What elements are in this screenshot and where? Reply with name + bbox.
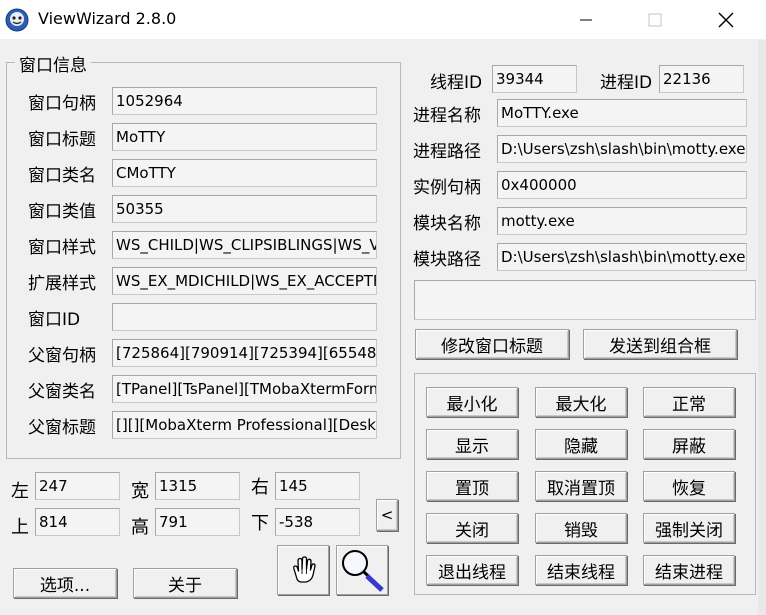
module-name-label: 模块名称 bbox=[413, 214, 481, 234]
window-id-field[interactable] bbox=[112, 303, 377, 331]
parent-title-field[interactable]: [][][MobaXterm Professional][Desktop] bbox=[112, 411, 377, 439]
window-class-field[interactable]: CMoTTY bbox=[112, 159, 377, 187]
process-id-field[interactable]: 22136 bbox=[659, 65, 744, 93]
window-id-label: 窗口ID bbox=[28, 310, 81, 330]
window-style-field[interactable]: WS_CHILD|WS_CLIPSIBLINGS|WS_VISIBLE bbox=[112, 231, 377, 259]
collapse-button[interactable]: < bbox=[376, 499, 398, 531]
process-path-label: 进程路径 bbox=[413, 142, 481, 162]
process-id-label: 进程ID bbox=[600, 73, 653, 93]
minimize-button[interactable]: 最小化 bbox=[426, 387, 518, 417]
close-icon bbox=[718, 12, 734, 28]
about-button[interactable]: 关于 bbox=[133, 568, 237, 598]
window-title: ViewWizard 2.8.0 bbox=[38, 9, 177, 28]
left-field[interactable]: 247 bbox=[35, 472, 120, 500]
modify-title-button[interactable]: 修改窗口标题 bbox=[415, 329, 569, 359]
untopmost-button[interactable]: 取消置顶 bbox=[535, 471, 627, 501]
send-to-combo-button[interactable]: 发送到组合框 bbox=[583, 329, 737, 359]
parent-class-label: 父窗类名 bbox=[28, 382, 96, 402]
right-label: 右 bbox=[251, 477, 269, 498]
instance-handle-label: 实例句柄 bbox=[413, 178, 481, 198]
topmost-button[interactable]: 置顶 bbox=[426, 471, 518, 501]
options-button[interactable]: 选项... bbox=[13, 568, 117, 598]
maximize-window-button[interactable] bbox=[626, 0, 684, 40]
maximize-button[interactable]: 最大化 bbox=[535, 387, 627, 417]
parent-handle-label: 父窗句柄 bbox=[28, 346, 96, 366]
end-process-button[interactable]: 结束进程 bbox=[643, 555, 735, 585]
instance-handle-field[interactable]: 0x400000 bbox=[497, 171, 747, 199]
right-field[interactable]: 145 bbox=[275, 472, 360, 500]
magnifier-icon bbox=[342, 550, 384, 592]
app-icon bbox=[5, 8, 29, 32]
right-edge-background bbox=[758, 40, 766, 615]
thread-id-label: 线程ID bbox=[430, 73, 483, 93]
module-path-label: 模块路径 bbox=[413, 250, 481, 270]
close-window-button[interactable] bbox=[697, 0, 755, 40]
window-handle-label: 窗口句柄 bbox=[28, 94, 96, 114]
window-title-label: 窗口标题 bbox=[28, 130, 96, 150]
exit-thread-button[interactable]: 退出线程 bbox=[426, 555, 518, 585]
minimize-icon bbox=[580, 19, 592, 21]
hide-button[interactable]: 隐藏 bbox=[535, 429, 627, 459]
width-field[interactable]: 1315 bbox=[155, 472, 240, 500]
process-path-field[interactable]: D:\Users\zsh\slash\bin\motty.exe bbox=[497, 135, 747, 163]
window-handle-field[interactable]: 1052964 bbox=[112, 87, 377, 115]
bottom-field[interactable]: -538 bbox=[275, 508, 360, 536]
force-close-button[interactable]: 强制关闭 bbox=[643, 513, 735, 543]
height-label: 高 bbox=[131, 517, 149, 538]
parent-class-field[interactable]: [TPanel][TsPanel][TMobaXtermForm] bbox=[112, 375, 377, 403]
hand-finder-icon bbox=[293, 556, 316, 583]
height-field[interactable]: 791 bbox=[155, 508, 240, 536]
search-tool[interactable] bbox=[336, 545, 388, 595]
normal-button[interactable]: 正常 bbox=[643, 387, 735, 417]
window-class-label: 窗口类名 bbox=[28, 166, 96, 186]
thread-id-field[interactable]: 39344 bbox=[492, 65, 577, 93]
destroy-button[interactable]: 销毁 bbox=[535, 513, 627, 543]
show-button[interactable]: 显示 bbox=[426, 429, 518, 459]
window-info-legend: 窗口信息 bbox=[15, 51, 91, 76]
top-label: 上 bbox=[11, 517, 29, 538]
title-bar: ViewWizard 2.8.0 bbox=[0, 0, 766, 40]
module-name-field[interactable]: motty.exe bbox=[497, 207, 747, 235]
ex-style-label: 扩展样式 bbox=[28, 274, 96, 294]
width-label: 宽 bbox=[131, 481, 149, 502]
process-name-field[interactable]: MoTTY.exe bbox=[497, 99, 747, 127]
close-button[interactable]: 关闭 bbox=[426, 513, 518, 543]
left-label: 左 bbox=[11, 481, 29, 502]
class-value-field[interactable]: 50355 bbox=[112, 195, 377, 223]
ex-style-field[interactable]: WS_EX_MDICHILD|WS_EX_ACCEPTFILES bbox=[112, 267, 377, 295]
info-blank-field[interactable] bbox=[414, 280, 756, 320]
minimize-window-button[interactable] bbox=[557, 0, 615, 40]
parent-title-label: 父窗标题 bbox=[28, 418, 96, 438]
shield-button[interactable]: 屏蔽 bbox=[643, 429, 735, 459]
parent-handle-field[interactable]: [725864][790914][725394][65548] bbox=[112, 339, 377, 367]
finder-tool[interactable] bbox=[277, 545, 329, 595]
window-title-field[interactable]: MoTTY bbox=[112, 123, 377, 151]
restore-button[interactable]: 恢复 bbox=[643, 471, 735, 501]
end-thread-button[interactable]: 结束线程 bbox=[535, 555, 627, 585]
window-style-label: 窗口样式 bbox=[28, 238, 96, 258]
top-field[interactable]: 814 bbox=[35, 508, 120, 536]
class-value-label: 窗口类值 bbox=[28, 202, 96, 222]
maximize-icon bbox=[648, 13, 662, 27]
module-path-field[interactable]: D:\Users\zsh\slash\bin\motty.exe bbox=[497, 243, 747, 271]
process-name-label: 进程名称 bbox=[413, 106, 481, 126]
bottom-label: 下 bbox=[251, 513, 269, 534]
